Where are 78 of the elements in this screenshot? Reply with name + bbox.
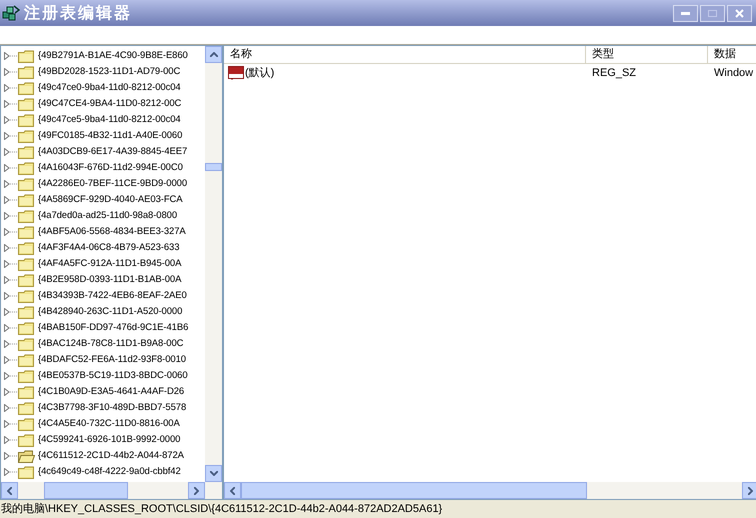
expand-arrow-icon[interactable] — [4, 68, 17, 76]
tree-item[interactable]: {4AF4A5FC-912A-11D1-B945-00A — [38, 256, 182, 272]
tree-item[interactable]: {49FC0185-4B32-11d1-A40E-0060 — [38, 128, 182, 144]
tree-item[interactable]: {49c47ce5-9ba4-11d0-8212-00c04 — [38, 112, 181, 128]
expand-arrow-icon[interactable] — [4, 308, 17, 316]
tree-item[interactable]: {4BE0537B-5C19-11D3-8BDC-0060 — [38, 368, 188, 384]
tree-item[interactable]: {4BDAFC52-FE6A-11d2-93F8-0010 — [38, 352, 186, 368]
registry-cubes-icon — [2, 4, 20, 22]
expand-arrow-icon[interactable] — [4, 340, 17, 348]
scroll-up-button[interactable] — [205, 46, 222, 63]
maximize-icon — [708, 10, 717, 16]
expand-arrow-icon[interactable] — [4, 404, 17, 412]
expand-arrow-icon[interactable] — [4, 372, 17, 380]
expand-arrow-icon[interactable] — [4, 212, 17, 220]
tree-item[interactable]: {49C47CE4-9BA4-11D0-8212-00C — [38, 96, 182, 112]
tree-item[interactable]: {4BAC124B-78C8-11D1-B9A8-00C — [38, 336, 184, 352]
expand-arrow-icon[interactable] — [4, 276, 17, 284]
tree-item[interactable]: {4C3B7798-3F10-489D-BBD7-5578 — [38, 400, 186, 416]
minimize-button[interactable] — [673, 4, 698, 22]
expand-arrow-icon[interactable] — [4, 52, 17, 60]
expand-arrow-icon[interactable] — [4, 452, 17, 460]
expand-arrow-icon[interactable] — [4, 116, 17, 124]
tree-item[interactable]: {4A5869CF-929D-4040-AE03-FCA — [38, 192, 183, 208]
expand-arrow-icon[interactable] — [4, 468, 17, 476]
tree-item[interactable]: {4ABF5A06-5568-4834-BEE3-327A — [38, 224, 186, 240]
expand-arrow-icon[interactable] — [4, 148, 17, 156]
scroll-thumb[interactable] — [205, 163, 222, 171]
tree-item[interactable]: {4B428940-263C-11D1-A520-0000 — [38, 304, 182, 320]
expand-arrow-icon[interactable] — [4, 164, 17, 172]
scroll-down-button[interactable] — [205, 465, 222, 482]
expand-arrow-icon[interactable] — [4, 84, 17, 92]
scroll-left-button[interactable] — [224, 482, 241, 499]
status-bar-path: 我的电脑\HKEY_CLASSES_ROOT\CLSID\{4C611512-2C1D-44b2-A044-872AD2AD5A61} — [1, 502, 442, 517]
tree-item[interactable]: {4C611512-2C1D-44b2-A044-872A — [38, 448, 184, 464]
tree-item[interactable]: {49BD2028-1523-11D1-AD79-00C — [38, 64, 180, 80]
scroll-thumb[interactable] — [241, 482, 588, 499]
scroll-right-button[interactable] — [742, 482, 756, 499]
window-title: 注册表编辑器 — [24, 2, 132, 24]
minimize-icon — [681, 12, 690, 14]
expand-arrow-icon[interactable] — [4, 100, 17, 108]
value-data: Window — [714, 66, 754, 79]
expand-arrow-icon[interactable] — [4, 324, 17, 332]
horizontal-scrollbar[interactable] — [224, 482, 756, 499]
tree-item[interactable]: {4A03DCB9-6E17-4A39-8845-4EE7 — [38, 144, 188, 160]
expand-arrow-icon[interactable] — [4, 260, 17, 268]
scroll-left-button[interactable] — [1, 482, 18, 499]
tree-item[interactable]: {4c649c49-c48f-4222-9a0d-cbbf42 — [38, 464, 181, 480]
scroll-thumb[interactable] — [44, 482, 128, 499]
expand-arrow-icon[interactable] — [4, 244, 17, 252]
value-type: REG_SZ — [592, 66, 636, 79]
expand-arrow-icon[interactable] — [4, 420, 17, 428]
expand-arrow-icon[interactable] — [4, 132, 17, 140]
tree-item[interactable]: {4C4A5E40-732C-11D0-8816-00A — [38, 416, 180, 432]
horizontal-scrollbar[interactable] — [1, 482, 222, 499]
tree-item[interactable]: {4A16043F-676D-11d2-994E-00C0 — [38, 160, 183, 176]
close-button[interactable] — [727, 4, 752, 22]
expand-arrow-icon[interactable] — [4, 180, 17, 188]
tree-item[interactable]: {4AF3F4A4-06C8-4B79-A523-633 — [38, 240, 180, 256]
tree-item[interactable]: {4A2286E0-7BEF-11CE-9BD9-0000 — [38, 176, 188, 192]
tree-item[interactable]: {4C1B0A9D-E3A5-4641-A4AF-D26 — [38, 384, 184, 400]
expand-arrow-icon[interactable] — [4, 292, 17, 300]
tree-item[interactable]: {49c47ce0-9ba4-11d0-8212-00c04 — [38, 80, 181, 96]
expand-arrow-icon[interactable] — [4, 436, 17, 444]
value-name: (默认) — [245, 66, 274, 81]
tree-item[interactable]: {49B2791A-B1AE-4C90-9B8E-E860 — [38, 48, 188, 64]
expand-arrow-icon[interactable] — [4, 388, 17, 396]
expand-arrow-icon[interactable] — [4, 196, 17, 204]
expand-arrow-icon[interactable] — [4, 228, 17, 236]
vertical-scrollbar[interactable] — [205, 46, 222, 482]
expand-arrow-icon[interactable] — [4, 356, 17, 364]
tree-item[interactable]: {4BAB150F-DD97-476d-9C1E-41B6 — [38, 320, 188, 336]
tree-item[interactable]: {4a7ded0a-ad25-11d0-98a8-0800 — [38, 208, 178, 224]
scroll-right-button[interactable] — [188, 482, 205, 499]
close-icon — [735, 8, 744, 18]
tree-item[interactable]: {4C599241-6926-101B-9992-0000 — [38, 432, 180, 448]
tree-item[interactable]: {4B34393B-7422-4EB6-8EAF-2AE0 — [38, 288, 187, 304]
string-value-icon — [228, 66, 244, 80]
tree-item[interactable]: {4B2E958D-0393-11D1-B1AB-00A — [38, 272, 182, 288]
